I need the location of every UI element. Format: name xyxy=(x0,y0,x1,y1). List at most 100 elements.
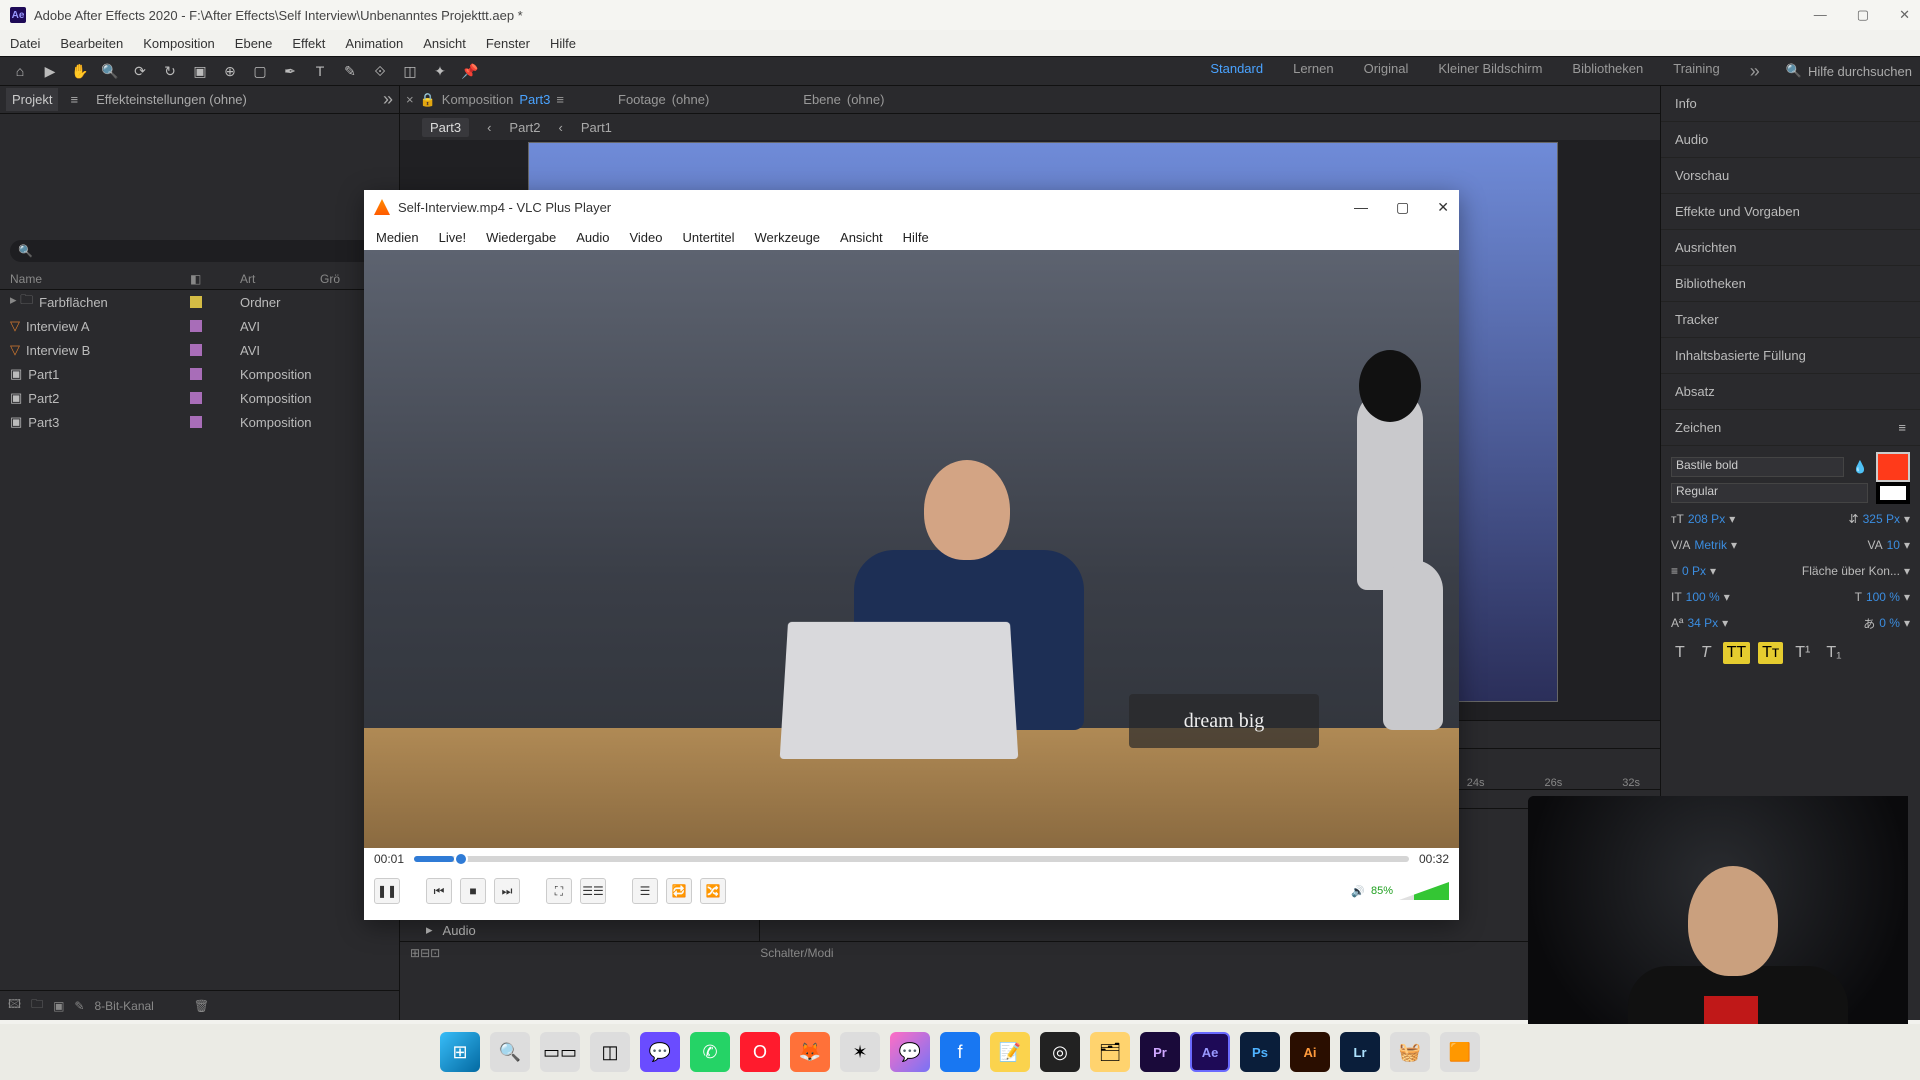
illustrator-icon[interactable]: Ai xyxy=(1290,1032,1330,1072)
menu-animation[interactable]: Animation xyxy=(345,36,403,51)
project-item[interactable]: ▽Interview A AVI 61, xyxy=(0,314,399,338)
whatsapp-icon[interactable]: ✆ xyxy=(690,1032,730,1072)
minimize-icon[interactable]: — xyxy=(1814,7,1827,23)
menu-wiedergabe[interactable]: Wiedergabe xyxy=(486,230,556,245)
eraser-tool-icon[interactable]: ◫ xyxy=(398,60,422,82)
search-icon[interactable]: 🔍 xyxy=(1786,63,1802,79)
obs-icon[interactable]: ◎ xyxy=(1040,1032,1080,1072)
chevron-down-icon[interactable]: ▾ xyxy=(1722,616,1728,630)
shuffle-button[interactable]: 🔀 xyxy=(700,878,726,904)
maximize-icon[interactable]: ▢ xyxy=(1857,7,1869,23)
anchor-tool-icon[interactable]: ⊕ xyxy=(218,60,242,82)
crumb-part3[interactable]: Part3 xyxy=(422,118,469,137)
photoshop-icon[interactable]: Ps xyxy=(1240,1032,1280,1072)
camera-tool-icon[interactable]: ▣ xyxy=(188,60,212,82)
menu-effekt[interactable]: Effekt xyxy=(292,36,325,51)
app-icon[interactable]: ✶ xyxy=(840,1032,880,1072)
close-icon[interactable]: ✕ xyxy=(1899,7,1910,23)
bit-depth[interactable]: 8-Bit-Kanal xyxy=(94,999,153,1013)
project-search-input[interactable]: 🔍 xyxy=(10,240,389,262)
brush-tool-icon[interactable]: ✎ xyxy=(338,60,362,82)
label-swatch[interactable] xyxy=(190,296,202,308)
font-size-value[interactable]: 208 Px xyxy=(1688,512,1725,526)
chevron-down-icon[interactable]: ▾ xyxy=(1729,512,1735,526)
type-tool-icon[interactable]: T xyxy=(308,60,332,82)
roto-tool-icon[interactable]: ✦ xyxy=(428,60,452,82)
viewer-close-icon[interactable]: × xyxy=(406,92,414,107)
vlc-window[interactable]: Self-Interview.mp4 - VLC Plus Player — ▢… xyxy=(364,190,1459,920)
after-effects-taskbar-icon[interactable]: Ae xyxy=(1190,1032,1230,1072)
orbit-tool-icon[interactable]: ⟳ xyxy=(128,60,152,82)
volume-slider[interactable] xyxy=(1399,882,1449,900)
toggle-switches-icon[interactable]: ⊞ xyxy=(410,946,420,960)
workspace-training[interactable]: Training xyxy=(1673,61,1719,82)
viewer-comp-name[interactable]: Part3 xyxy=(519,92,550,107)
chevron-down-icon[interactable]: ▾ xyxy=(1904,538,1910,552)
crumb-part1[interactable]: Part1 xyxy=(581,120,612,135)
hscale-value[interactable]: 100 % xyxy=(1866,590,1900,604)
all-caps-icon[interactable]: TT xyxy=(1723,642,1751,664)
panel-tracker[interactable]: Tracker xyxy=(1661,302,1920,338)
project-item[interactable]: ▣Part2 Komposition xyxy=(0,386,399,410)
menu-video[interactable]: Video xyxy=(629,230,662,245)
toggle-frames-icon[interactable]: ⊡ xyxy=(430,946,440,960)
panel-menu-icon[interactable]: ≡ xyxy=(70,92,78,107)
new-folder-icon[interactable]: 🗀 xyxy=(31,995,43,1016)
font-family-select[interactable]: Bastile bold xyxy=(1671,457,1844,477)
project-item[interactable]: ▣Part3 Komposition xyxy=(0,410,399,434)
menu-live[interactable]: Live! xyxy=(439,230,466,245)
close-icon[interactable]: ✕ xyxy=(1437,199,1449,216)
kerning-value[interactable]: Metrik xyxy=(1694,538,1727,552)
panel-ausrichten[interactable]: Ausrichten xyxy=(1661,230,1920,266)
tracking-value[interactable]: 10 xyxy=(1887,538,1900,552)
facebook-icon[interactable]: f xyxy=(940,1032,980,1072)
new-comp-icon[interactable]: ▣ xyxy=(53,999,64,1013)
chevron-down-icon[interactable]: ▾ xyxy=(1731,538,1737,552)
chevron-down-icon[interactable]: ▾ xyxy=(1904,590,1910,604)
panel-menu-icon[interactable]: ≡ xyxy=(1898,420,1906,435)
fullscreen-button[interactable]: ⛶ xyxy=(546,878,572,904)
menu-medien[interactable]: Medien xyxy=(376,230,419,245)
menu-audio[interactable]: Audio xyxy=(576,230,609,245)
hand-tool-icon[interactable]: ✋ xyxy=(68,60,92,82)
workspace-original[interactable]: Original xyxy=(1364,61,1409,82)
chevron-down-icon[interactable]: ▾ xyxy=(1710,564,1716,578)
stroke-width-value[interactable]: 0 Px xyxy=(1682,564,1706,578)
rotate-tool-icon[interactable]: ↻ xyxy=(158,60,182,82)
col-label-icon[interactable]: ◧ xyxy=(190,272,240,286)
menu-untertitel[interactable]: Untertitel xyxy=(682,230,734,245)
menu-ansicht[interactable]: Ansicht xyxy=(840,230,883,245)
font-style-select[interactable]: Regular xyxy=(1671,483,1868,503)
tab-projekt[interactable]: Projekt xyxy=(6,88,58,111)
seek-knob[interactable] xyxy=(454,852,468,866)
menu-datei[interactable]: Datei xyxy=(10,36,40,51)
menu-bearbeiten[interactable]: Bearbeiten xyxy=(60,36,123,51)
panel-info[interactable]: Info xyxy=(1661,86,1920,122)
lightroom-icon[interactable]: Lr xyxy=(1340,1032,1380,1072)
eyedropper-icon[interactable]: 💧 xyxy=(1852,459,1868,475)
vscale-value[interactable]: 100 % xyxy=(1686,590,1720,604)
vlc-seekbar[interactable]: 00:01 00:32 xyxy=(364,848,1459,870)
toggle-modes-icon[interactable]: ⊟ xyxy=(420,946,430,960)
workspace-bibliotheken[interactable]: Bibliotheken xyxy=(1572,61,1643,82)
stroke-color-swatch[interactable] xyxy=(1876,482,1910,504)
menu-ansicht[interactable]: Ansicht xyxy=(423,36,466,51)
workspace-standard[interactable]: Standard xyxy=(1210,61,1263,82)
chat-icon[interactable]: 💬 xyxy=(640,1032,680,1072)
label-swatch[interactable] xyxy=(190,392,202,404)
ae-titlebar[interactable]: Ae Adobe After Effects 2020 - F:\After E… xyxy=(0,0,1920,30)
notes-icon[interactable]: 📝 xyxy=(990,1032,1030,1072)
panel-inhaltsbasierte[interactable]: Inhaltsbasierte Füllung xyxy=(1661,338,1920,374)
faux-italic-icon[interactable]: T xyxy=(1697,642,1715,664)
menu-hilfe[interactable]: Hilfe xyxy=(550,36,576,51)
speaker-icon[interactable]: 🔊 xyxy=(1351,885,1365,898)
app-icon[interactable]: 🧺 xyxy=(1390,1032,1430,1072)
widgets-icon[interactable]: ◫ xyxy=(590,1032,630,1072)
firefox-icon[interactable]: 🦊 xyxy=(790,1032,830,1072)
home-tool-icon[interactable]: ⌂ xyxy=(8,60,32,82)
panel-zeichen[interactable]: Zeichen≡ xyxy=(1661,410,1920,446)
lock-icon[interactable]: 🔒 xyxy=(420,92,436,108)
panel-menu-icon[interactable]: ≡ xyxy=(556,92,564,107)
vlc-video-area[interactable]: dream big xyxy=(364,250,1459,848)
seek-track[interactable] xyxy=(414,856,1409,862)
